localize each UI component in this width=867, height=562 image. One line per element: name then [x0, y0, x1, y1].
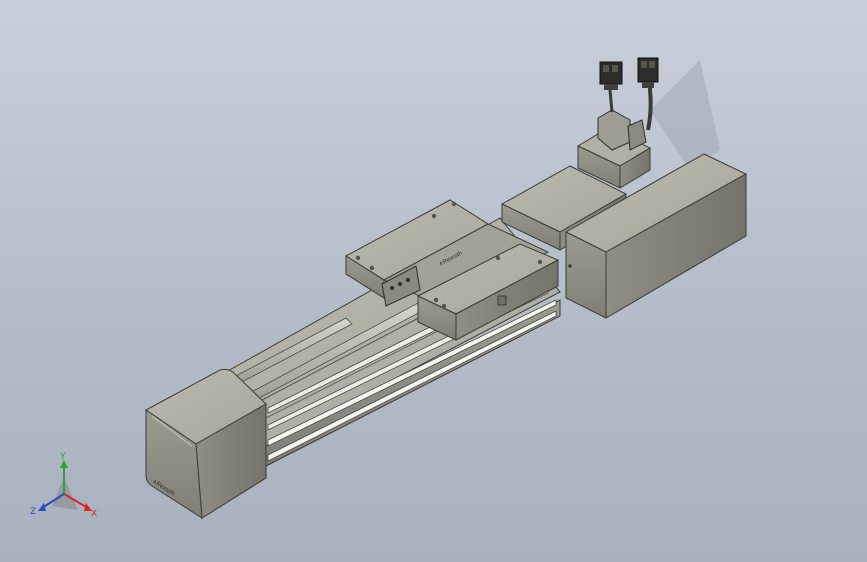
encoder-connector[interactable] — [637, 57, 659, 88]
bolt-hole — [431, 213, 437, 219]
power-cable — [608, 89, 614, 113]
z-axis-label: Z — [30, 507, 36, 517]
bolt-hole — [537, 259, 543, 265]
y-axis-label: Y — [59, 452, 66, 462]
power-connector[interactable] — [599, 61, 623, 90]
carriage-marker — [497, 295, 507, 306]
x-axis-label: X — [91, 509, 97, 519]
bolt-hole — [441, 303, 447, 309]
bolt-hole — [355, 255, 361, 261]
cad-model-view[interactable]: ∧Rexroth ∧Rexroth Y X Z — [0, 0, 867, 562]
bolt-hole — [495, 255, 501, 261]
front-end-cap[interactable]: ∧Rexroth — [145, 368, 267, 519]
orientation-triad[interactable]: Y X Z — [30, 452, 97, 519]
bolt-hole — [451, 201, 457, 207]
encoder-cable — [646, 84, 653, 131]
bolt-hole — [433, 297, 439, 303]
graphics-viewport[interactable]: ∧Rexroth ∧Rexroth Y X Z — [0, 0, 867, 562]
motor-shadow — [650, 60, 720, 170]
bolt-hole — [369, 265, 375, 271]
